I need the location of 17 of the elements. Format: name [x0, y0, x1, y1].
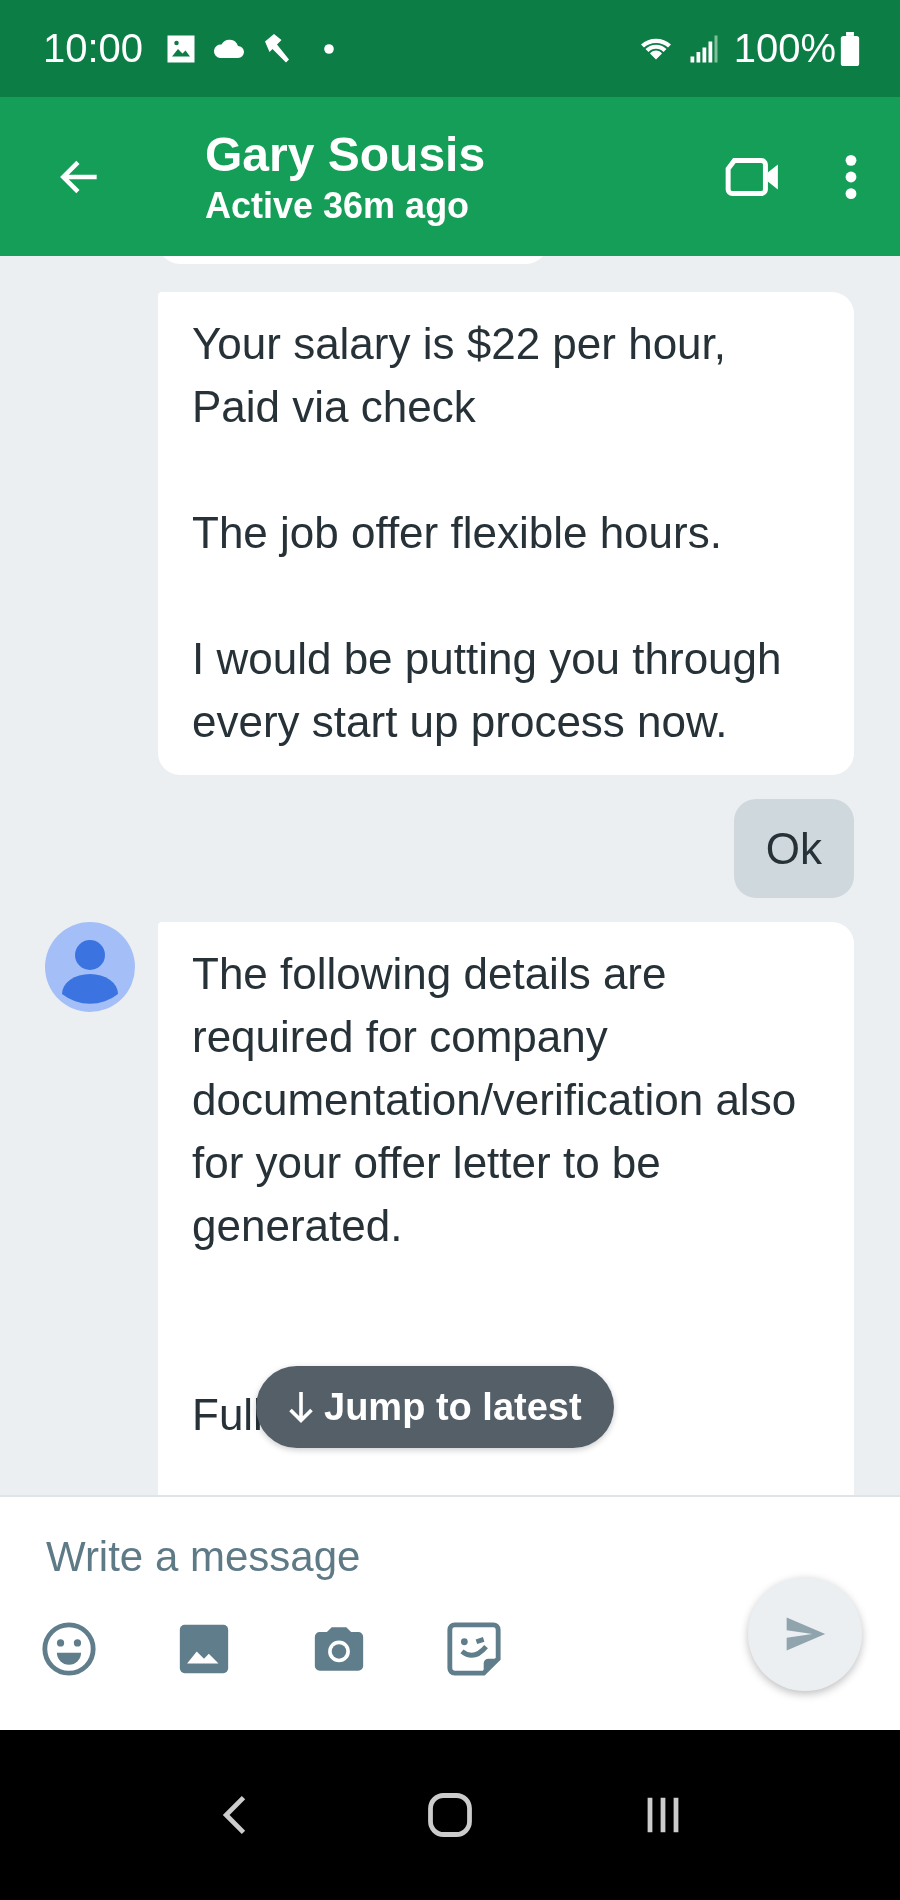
- send-button[interactable]: [748, 1577, 862, 1691]
- activity-status: Active 36m ago: [205, 183, 471, 228]
- status-time: 10:00: [43, 26, 144, 71]
- message-text: The job offer flexible hours.: [192, 507, 722, 559]
- message-text: Your salary is $22 per hour, Paid via check: [192, 318, 727, 433]
- avatar-icon[interactable]: [45, 922, 135, 1012]
- sticker-icon[interactable]: [445, 1620, 503, 1678]
- contact-name: Gary Sousis: [205, 126, 487, 183]
- message-text: I would be putting you through every start up process now.: [192, 633, 783, 748]
- message-text: The following details are required for company documentation/verification also for your offer letter to be generated.: [192, 948, 798, 1252]
- battery-percentage: 100%: [733, 26, 836, 71]
- down-arrow-icon: [286, 1389, 316, 1425]
- message-text: Ok: [765, 823, 822, 875]
- battery-icon: [840, 31, 860, 66]
- notification-dot-icon: [323, 42, 336, 55]
- emoji-icon[interactable]: [40, 1620, 98, 1678]
- message-input[interactable]: Write a message: [46, 1525, 854, 1589]
